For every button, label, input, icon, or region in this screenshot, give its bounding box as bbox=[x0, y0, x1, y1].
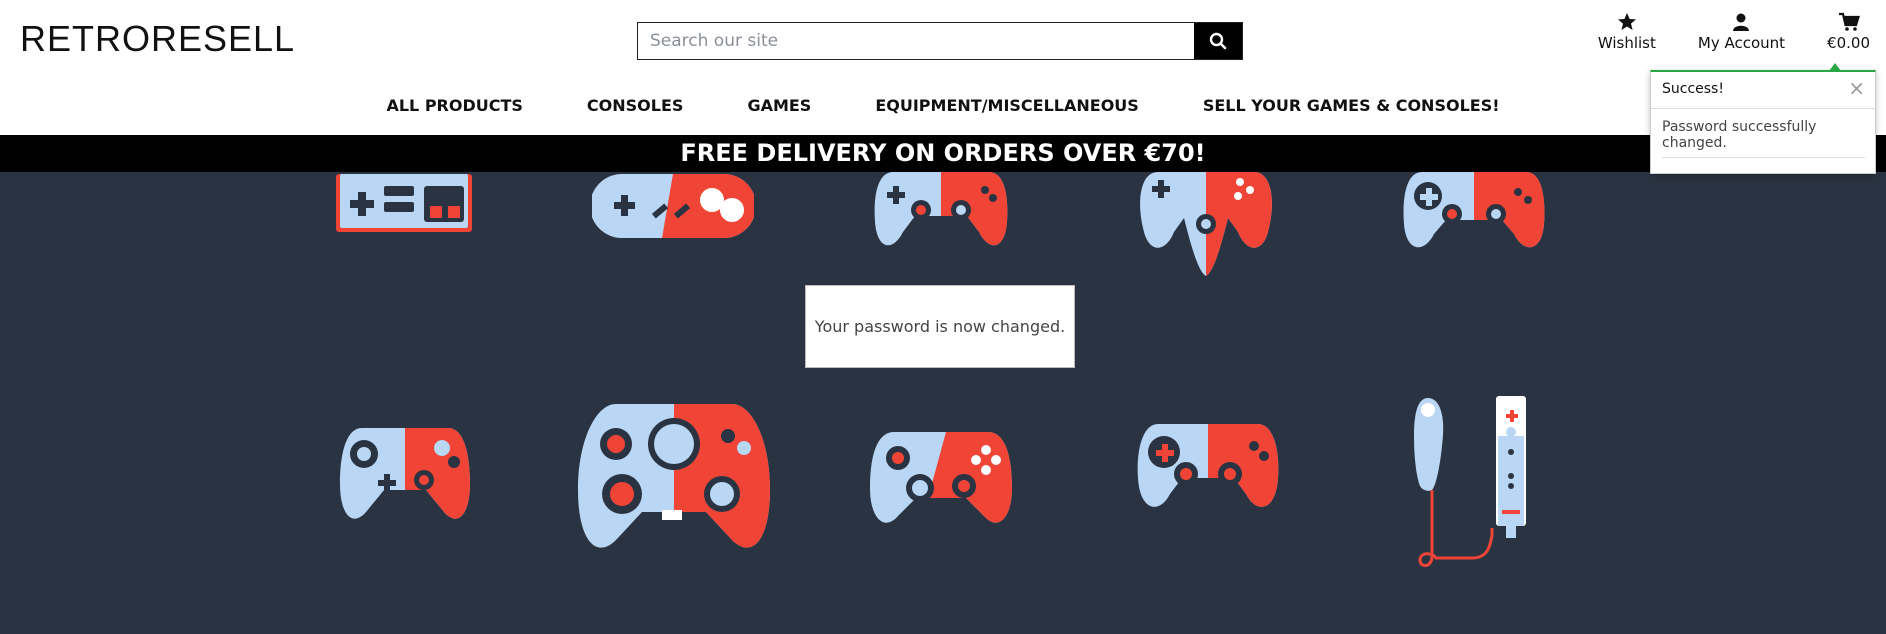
nav-item-sell[interactable]: SELL YOUR GAMES & CONSOLES! bbox=[1203, 96, 1500, 115]
hero-background bbox=[0, 172, 1886, 634]
controller-icon bbox=[874, 172, 1008, 246]
toast-body: Password successfully changed. bbox=[1662, 119, 1865, 158]
nav-item-consoles[interactable]: CONSOLES bbox=[587, 96, 684, 115]
controller-icon bbox=[1403, 172, 1545, 248]
search-icon bbox=[1209, 32, 1227, 50]
search-input[interactable] bbox=[638, 23, 1194, 59]
toast-title: Success! bbox=[1662, 81, 1724, 97]
controller-icon bbox=[1140, 172, 1272, 276]
wishlist-link[interactable]: Wishlist bbox=[1598, 12, 1656, 52]
delivery-banner: FREE DELIVERY ON ORDERS OVER €70! bbox=[0, 135, 1886, 172]
user-icon bbox=[1733, 13, 1750, 31]
cart-icon bbox=[1838, 12, 1860, 31]
controller-icon bbox=[1137, 424, 1279, 507]
search-button[interactable] bbox=[1194, 23, 1242, 59]
nav-item-games[interactable]: GAMES bbox=[747, 96, 811, 115]
controller-icon bbox=[340, 428, 470, 519]
controller-icon bbox=[336, 174, 472, 232]
cart-link[interactable]: €0.00 bbox=[1827, 12, 1870, 52]
wishlist-label: Wishlist bbox=[1597, 34, 1656, 52]
controller-icon bbox=[870, 432, 1012, 523]
password-message-box: Your password is now changed. bbox=[805, 285, 1075, 368]
header: RETRORESELL Wishlist My Account bbox=[0, 0, 1886, 135]
main-nav: ALL PRODUCTS CONSOLES GAMES EQUIPMENT/MI… bbox=[0, 96, 1886, 115]
account-link[interactable]: My Account bbox=[1698, 12, 1785, 52]
controller-icon bbox=[578, 404, 770, 548]
success-toast: Success! × Password successfully changed… bbox=[1650, 63, 1876, 174]
nav-item-equipment[interactable]: EQUIPMENT/MISCELLANEOUS bbox=[875, 96, 1138, 115]
cart-total: €0.00 bbox=[1827, 34, 1870, 52]
toast-divider bbox=[1651, 108, 1875, 109]
search-bar bbox=[637, 22, 1243, 60]
header-actions: Wishlist My Account €0.00 bbox=[1556, 12, 1870, 52]
nav-item-all-products[interactable]: ALL PRODUCTS bbox=[386, 96, 522, 115]
controller-icon bbox=[592, 174, 754, 238]
controller-icon bbox=[1414, 396, 1526, 567]
account-label: My Account bbox=[1697, 34, 1786, 52]
close-icon[interactable]: × bbox=[1848, 76, 1865, 100]
star-icon bbox=[1617, 13, 1636, 30]
site-logo[interactable]: RETRORESELL bbox=[20, 18, 295, 60]
password-message-text: Your password is now changed. bbox=[814, 317, 1066, 336]
